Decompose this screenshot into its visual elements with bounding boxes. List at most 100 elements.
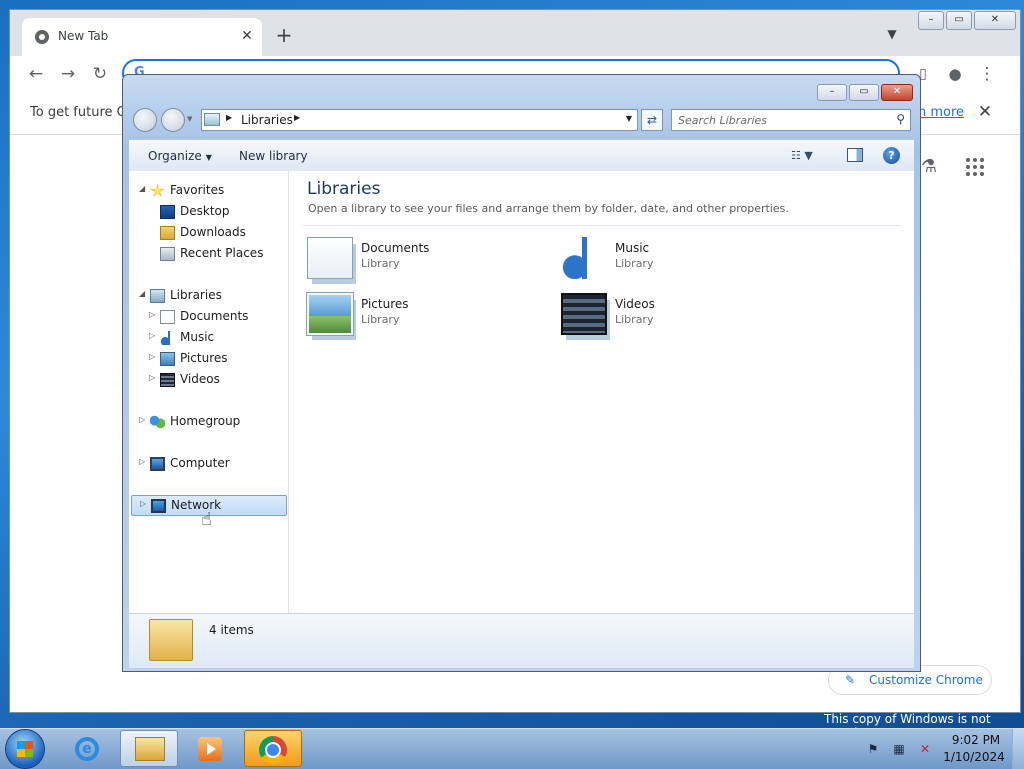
address-bar[interactable]: ▶ Libraries ▶ ▼ bbox=[201, 109, 638, 131]
labs-flask-icon[interactable]: ⚗ bbox=[918, 156, 940, 178]
collapsed-arrow-icon[interactable]: ▷ bbox=[149, 352, 155, 361]
taskbar-windows-explorer[interactable] bbox=[120, 730, 178, 767]
forward-button[interactable] bbox=[161, 108, 185, 132]
taskbar-internet-explorer[interactable]: e bbox=[58, 730, 116, 767]
computer-icon bbox=[150, 457, 165, 471]
videos-icon bbox=[160, 373, 175, 387]
library-type: Library bbox=[361, 313, 400, 326]
tree-downloads[interactable]: Downloads bbox=[129, 223, 287, 243]
search-box[interactable]: ⚲ bbox=[671, 109, 911, 131]
libraries-folder-icon bbox=[204, 113, 220, 126]
library-item-music[interactable]: Music Library bbox=[561, 233, 791, 283]
navigation-pane: ◢ Favorites Desktop Downloads Recent Pla… bbox=[129, 171, 289, 613]
library-type: Library bbox=[615, 313, 654, 326]
collapsed-arrow-icon[interactable]: ▷ bbox=[149, 331, 155, 340]
network-tray-icon[interactable]: ▦ bbox=[892, 742, 906, 756]
minimize-icon[interactable]: – bbox=[918, 11, 944, 30]
expanded-arrow-icon[interactable]: ◢ bbox=[139, 289, 145, 298]
breadcrumb-arrow-icon[interactable]: ▶ bbox=[294, 113, 300, 122]
clock-time[interactable]: 9:02 PM bbox=[946, 733, 1006, 747]
library-item-videos[interactable]: Videos Library bbox=[561, 289, 791, 339]
tree-homegroup[interactable]: ▷ Homegroup bbox=[129, 412, 287, 432]
library-item-documents[interactable]: Documents Library bbox=[307, 233, 537, 283]
homegroup-icon bbox=[150, 415, 165, 429]
refresh-button[interactable]: ⇄ bbox=[641, 109, 663, 131]
tree-label: Downloads bbox=[180, 225, 246, 239]
divider bbox=[303, 225, 901, 226]
new-tab-button[interactable]: + bbox=[272, 24, 296, 48]
tree-videos[interactable]: ▷ Videos bbox=[129, 370, 287, 390]
collapsed-arrow-icon[interactable]: ▷ bbox=[139, 415, 145, 424]
recent-places-icon bbox=[160, 247, 175, 261]
expanded-arrow-icon[interactable]: ◢ bbox=[139, 184, 145, 193]
address-dropdown-icon[interactable]: ▼ bbox=[626, 114, 632, 123]
tab-new-tab[interactable]: New Tab ✕ bbox=[22, 18, 262, 56]
action-center-flag-icon[interactable]: ⚑ bbox=[866, 742, 880, 756]
page-subtitle: Open a library to see your files and arr… bbox=[308, 202, 789, 215]
profile-avatar-icon[interactable]: ● bbox=[943, 62, 967, 86]
breadcrumb-libraries[interactable]: Libraries bbox=[241, 113, 293, 127]
maximize-icon[interactable]: ▭ bbox=[849, 84, 879, 101]
documents-icon bbox=[307, 237, 353, 279]
tree-music[interactable]: ▷ Music bbox=[129, 328, 287, 348]
start-button[interactable] bbox=[6, 730, 44, 768]
back-button[interactable] bbox=[133, 108, 157, 132]
tab-title: New Tab bbox=[58, 29, 109, 43]
organize-button[interactable]: Organize ▼ bbox=[148, 149, 212, 163]
collapsed-arrow-icon[interactable]: ▷ bbox=[140, 499, 146, 508]
library-item-pictures[interactable]: Pictures Library bbox=[307, 289, 537, 339]
pictures-icon bbox=[160, 352, 175, 366]
tree-label: Desktop bbox=[180, 204, 230, 218]
collapsed-arrow-icon[interactable]: ▷ bbox=[149, 373, 155, 382]
close-icon[interactable]: ✕ bbox=[974, 11, 1016, 30]
tree-label: Documents bbox=[180, 309, 249, 323]
tree-label: Pictures bbox=[180, 351, 228, 365]
back-arrow-icon[interactable]: ← bbox=[24, 62, 48, 86]
tree-label: Recent Places bbox=[180, 246, 264, 260]
change-view-icon[interactable]: ☷ ▼ bbox=[791, 149, 829, 165]
infobar-message: To get future Go bbox=[30, 105, 135, 120]
maximize-icon[interactable]: ▭ bbox=[946, 11, 972, 30]
libraries-icon bbox=[150, 289, 165, 303]
library-name: Videos bbox=[615, 297, 655, 311]
search-input[interactable] bbox=[678, 112, 878, 128]
chevron-down-icon: ▼ bbox=[205, 153, 212, 162]
close-icon[interactable]: ✕ bbox=[881, 84, 913, 101]
google-apps-icon[interactable] bbox=[966, 158, 984, 176]
tree-recent-places[interactable]: Recent Places bbox=[129, 244, 287, 264]
tree-pictures[interactable]: ▷ Pictures bbox=[129, 349, 287, 369]
tree-libraries[interactable]: ◢ Libraries bbox=[129, 286, 287, 306]
music-icon bbox=[160, 331, 175, 345]
infobar-learn-more-link[interactable]: n more bbox=[918, 105, 964, 120]
tab-close-icon[interactable]: ✕ bbox=[238, 27, 256, 45]
help-icon[interactable]: ? bbox=[883, 147, 900, 164]
tree-computer[interactable]: ▷ Computer bbox=[129, 454, 287, 474]
forward-arrow-icon[interactable]: → bbox=[56, 62, 80, 86]
tree-label: Computer bbox=[170, 456, 230, 470]
collapsed-arrow-icon[interactable]: ▷ bbox=[139, 457, 145, 466]
tree-favorites[interactable]: ◢ Favorites bbox=[129, 181, 287, 201]
collapsed-arrow-icon[interactable]: ▷ bbox=[149, 310, 155, 319]
new-library-button[interactable]: New library bbox=[239, 149, 308, 163]
show-desktop-button[interactable] bbox=[1012, 729, 1024, 769]
infobar-close-icon[interactable]: ✕ bbox=[975, 102, 995, 122]
preview-pane-icon[interactable] bbox=[847, 148, 863, 162]
taskbar-chrome[interactable] bbox=[244, 730, 302, 767]
windows-explorer-icon bbox=[135, 737, 165, 761]
volume-muted-icon[interactable]: ✕ bbox=[918, 742, 932, 756]
taskbar-media-player[interactable] bbox=[182, 730, 240, 767]
menu-kebab-icon[interactable]: ⋮ bbox=[975, 62, 999, 86]
details-pane: 4 items bbox=[129, 613, 914, 668]
tree-documents[interactable]: ▷ Documents bbox=[129, 307, 287, 327]
minimize-icon[interactable]: – bbox=[817, 84, 847, 101]
clock-date[interactable]: 1/10/2024 bbox=[942, 750, 1006, 764]
tree-label: Favorites bbox=[170, 183, 225, 197]
command-bar: Organize ▼ New library ☷ ▼ ? bbox=[129, 139, 914, 172]
tab-search-chevron-icon[interactable]: ▼ bbox=[882, 24, 902, 44]
recent-pages-chevron-icon[interactable]: ▼ bbox=[187, 115, 195, 125]
reload-icon[interactable]: ↻ bbox=[88, 62, 112, 86]
favorites-star-icon bbox=[150, 184, 165, 197]
tree-desktop[interactable]: Desktop bbox=[129, 202, 287, 222]
hand-cursor-icon: ☝ bbox=[201, 509, 212, 530]
breadcrumb-arrow-icon[interactable]: ▶ bbox=[226, 113, 232, 122]
